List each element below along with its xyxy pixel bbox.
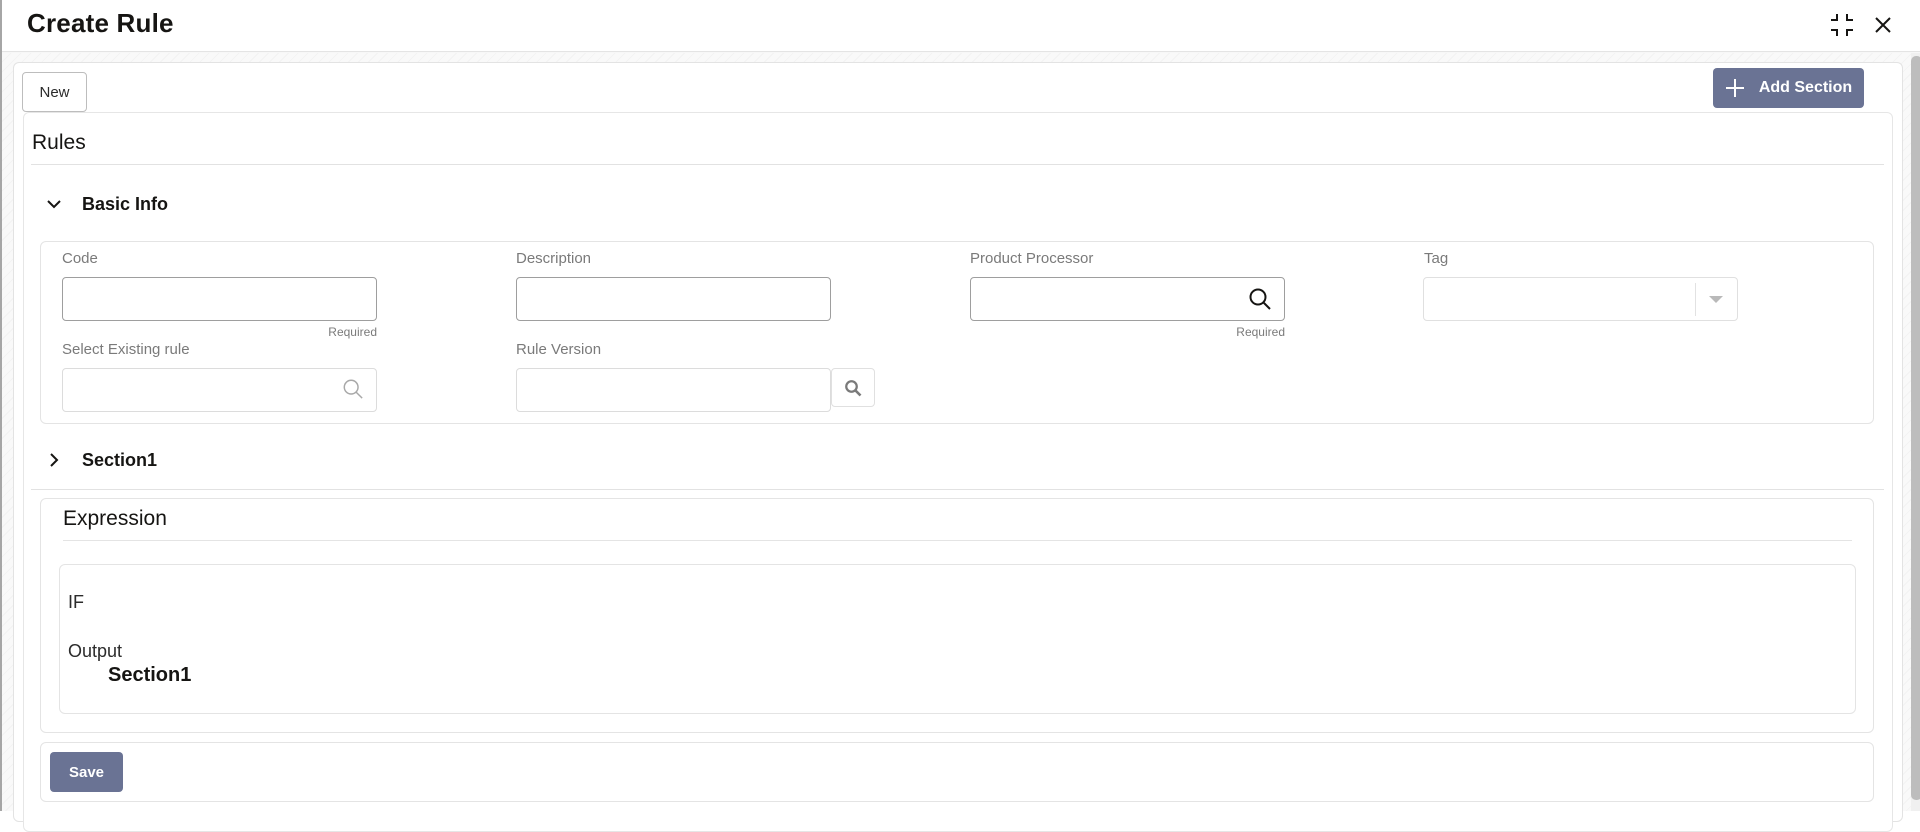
new-button[interactable]: New [22, 72, 87, 112]
title-bar: Create Rule [2, 0, 1920, 52]
divider [31, 489, 1884, 490]
tag-label: Tag [1424, 250, 1449, 267]
scrollbar-thumb[interactable] [1911, 56, 1920, 800]
product-processor-search-button[interactable] [1247, 286, 1273, 312]
tag-select[interactable] [1423, 277, 1738, 321]
code-required-hint: Required [328, 325, 377, 339]
rules-heading: Rules [32, 131, 86, 154]
expression-output-label: Output [68, 641, 123, 661]
rule-version-search-button[interactable] [831, 368, 875, 407]
product-processor-label: Product Processor [970, 250, 1094, 267]
search-icon [845, 379, 862, 396]
compress-icon [1831, 14, 1853, 36]
caret-down-icon [1709, 296, 1723, 303]
basic-info-label: Basic Info [82, 193, 169, 214]
section1-toggle[interactable]: Section1 [46, 445, 157, 475]
search-icon [1249, 288, 1271, 310]
add-section-button[interactable]: Add Section [1713, 68, 1864, 108]
expression-content [59, 564, 1856, 714]
expression-if-label: IF [68, 592, 84, 612]
code-input[interactable] [62, 277, 377, 321]
close-button[interactable] [1868, 10, 1898, 40]
product-processor-input[interactable] [970, 277, 1285, 321]
chevron-right-icon [50, 453, 59, 467]
close-icon [1875, 17, 1891, 33]
search-icon [343, 379, 363, 399]
product-processor-required-hint: Required [1236, 325, 1285, 339]
compress-button[interactable] [1827, 10, 1857, 40]
divider [31, 164, 1884, 165]
select-separator [1695, 283, 1696, 316]
select-existing-rule-label: Select Existing rule [62, 341, 190, 358]
rule-version-label: Rule Version [516, 341, 602, 358]
section1-label: Section1 [82, 449, 158, 470]
save-button[interactable]: Save [50, 752, 123, 792]
plus-icon [1725, 79, 1744, 97]
code-label: Code [62, 250, 98, 267]
rule-version-input[interactable] [516, 368, 831, 412]
basic-info-toggle[interactable]: Basic Info [46, 189, 168, 219]
page-title: Create Rule [27, 8, 174, 38]
add-section-label: Add Section [1758, 79, 1853, 96]
create-rule-window: Create Rule New Add Section Rules Basic … [0, 0, 1920, 832]
expression-heading: Expression [63, 507, 167, 530]
footer-panel [40, 742, 1874, 802]
select-existing-rule-input[interactable] [62, 368, 377, 412]
description-input[interactable] [516, 277, 831, 321]
select-existing-rule-search-button[interactable] [340, 376, 366, 402]
description-label: Description [516, 250, 592, 267]
divider [63, 540, 1852, 541]
expression-output-value: Section1 [108, 664, 192, 686]
chevron-down-icon [47, 200, 61, 209]
